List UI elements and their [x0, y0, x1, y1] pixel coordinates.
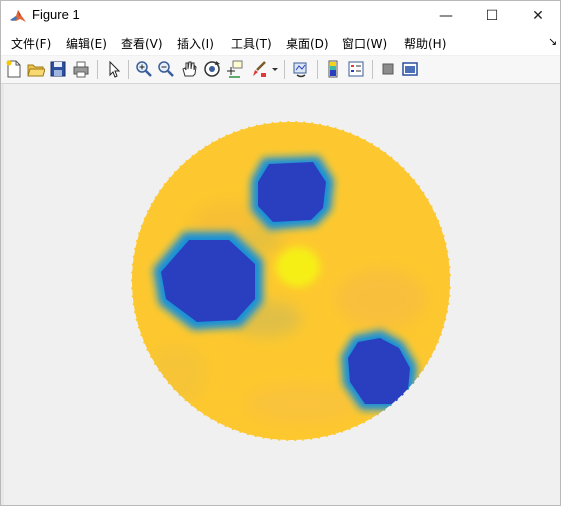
menu-window[interactable]: 窗口(W) [342, 35, 387, 52]
print-icon[interactable] [72, 60, 90, 78]
reconstruction-disc [131, 121, 451, 441]
menu-view[interactable]: 查看(V) [121, 35, 163, 52]
inclusion-top [251, 156, 334, 230]
menu-bar: 文件(F) 编辑(E) 查看(V) 插入(I) 工具(T) 桌面(D) 窗口(W… [1, 31, 560, 55]
left-window-edge [1, 84, 4, 505]
new-figure-icon[interactable] [5, 60, 23, 78]
edit-plot-arrow-icon[interactable] [105, 60, 123, 78]
menu-tools[interactable]: 工具(T) [231, 35, 272, 52]
insert-colorbar-icon[interactable] [324, 60, 342, 78]
open-file-icon[interactable] [27, 60, 45, 78]
rotate-3d-icon[interactable] [203, 60, 221, 78]
show-plot-tools-icon[interactable] [401, 60, 419, 78]
menu-edit[interactable]: 编辑(E) [66, 35, 107, 52]
menu-overflow-arrow-icon[interactable]: ↘ [548, 35, 557, 48]
close-icon: ✕ [532, 8, 544, 24]
minimize-icon: — [439, 8, 453, 24]
toolbar-separator [97, 60, 98, 79]
close-button[interactable]: ✕ [515, 1, 560, 31]
figure-window: Figure 1 — ☐ ✕ 文件(F) 编辑(E) 查看(V) 插入(I) 工… [0, 0, 561, 506]
window-title: Figure 1 [32, 7, 80, 22]
toolbar-separator [128, 60, 129, 79]
matlab-logo-icon [9, 7, 27, 25]
bright-center-spot [276, 247, 320, 287]
menu-insert[interactable]: 插入(I) [177, 35, 214, 52]
data-cursor-icon[interactable] [226, 60, 244, 78]
maximize-icon: ☐ [485, 8, 499, 24]
image-plot[interactable] [1, 84, 560, 505]
insert-legend-icon[interactable] [347, 60, 365, 78]
toolbar-separator [284, 60, 285, 79]
menu-desktop[interactable]: 桌面(D) [286, 35, 329, 52]
menu-file[interactable]: 文件(F) [11, 35, 51, 52]
figure-toolbar [1, 56, 560, 84]
brush-dropdown-icon[interactable] [271, 60, 279, 78]
zoom-in-icon[interactable] [135, 60, 153, 78]
save-icon[interactable] [49, 60, 67, 78]
brush-icon[interactable] [250, 60, 268, 78]
toolbar-separator [372, 60, 373, 79]
figure-canvas[interactable] [1, 84, 560, 505]
pan-hand-icon[interactable] [180, 60, 198, 78]
minimize-button[interactable]: — [423, 1, 469, 31]
hide-plot-tools-icon[interactable] [379, 60, 397, 78]
title-bar[interactable]: Figure 1 — ☐ ✕ [1, 1, 560, 31]
maximize-button[interactable]: ☐ [469, 1, 515, 31]
link-plot-icon[interactable] [292, 60, 310, 78]
toolbar-separator [317, 60, 318, 79]
menu-help[interactable]: 帮助(H) [404, 35, 446, 52]
zoom-out-icon[interactable] [157, 60, 175, 78]
